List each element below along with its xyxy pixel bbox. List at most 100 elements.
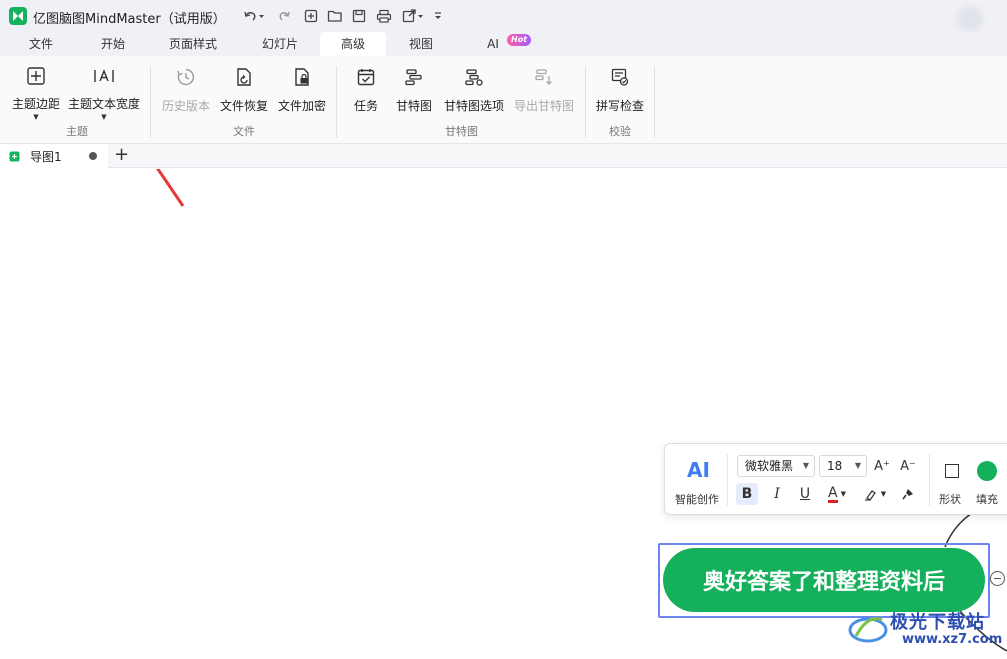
history-version-label: 历史版本: [161, 99, 210, 113]
increase-font-button[interactable]: A⁺: [871, 455, 893, 477]
ai-create-label[interactable]: 智能创作: [675, 491, 719, 507]
app-logo-icon: [9, 7, 27, 25]
document-tab[interactable]: 导图1: [0, 144, 108, 168]
toolbar-divider: [727, 454, 728, 506]
font-family-select[interactable]: 微软雅黑 ▼: [737, 455, 815, 477]
undo-icon[interactable]: [240, 6, 268, 26]
file-restore-button[interactable]: 文件恢复: [218, 64, 270, 120]
export-gantt-label: 导出甘特图: [513, 99, 574, 113]
font-size-select[interactable]: 18 ▼: [819, 455, 867, 477]
app-title: 亿图脑图MindMaster（试用版）: [33, 12, 226, 27]
collapse-branch-icon[interactable]: [990, 571, 1005, 586]
underline-button[interactable]: U: [794, 483, 816, 505]
group-label-gantt: 甘特图: [445, 125, 478, 138]
topic-margin-label: 主题边距: [11, 97, 60, 111]
watermark-url: www.xz7.com: [902, 632, 1003, 647]
tab-file[interactable]: 文件: [16, 32, 66, 56]
document-tab-bar: 导图1 +: [0, 144, 1007, 168]
group-divider: [585, 66, 586, 138]
highlighter-icon: [864, 490, 876, 501]
save-icon[interactable]: [350, 6, 368, 26]
tab-ai[interactable]: AI: [478, 32, 508, 56]
font-family-value: 微软雅黑: [745, 459, 794, 473]
group-divider: [654, 66, 655, 138]
format-painter-button[interactable]: [897, 483, 919, 505]
text-width-icon: [93, 66, 115, 86]
spell-check-label: 拼写检查: [595, 99, 644, 113]
chevron-down-icon: ▼: [802, 461, 809, 470]
tab-page-style[interactable]: 页面样式: [160, 32, 226, 56]
topic-text-width-label: 主题文本宽度: [67, 97, 140, 111]
open-folder-icon[interactable]: [326, 6, 344, 26]
group-label-topic: 主题: [66, 125, 88, 138]
history-version-button[interactable]: 历史版本: [160, 64, 212, 120]
group-label-check: 校验: [609, 125, 631, 138]
task-button[interactable]: 任务: [350, 64, 382, 120]
shape-label[interactable]: 形状: [939, 491, 961, 507]
topic-margin-icon: [25, 66, 47, 86]
shape-square-icon[interactable]: [945, 464, 959, 478]
file-lock-icon: [291, 66, 313, 88]
file-encrypt-button[interactable]: 文件加密: [276, 64, 328, 120]
font-size-value: 18: [827, 459, 843, 473]
hot-badge: Hot: [507, 34, 532, 46]
export-icon[interactable]: [401, 6, 427, 26]
gantt-chart-icon: [403, 66, 425, 88]
user-avatar[interactable]: [957, 6, 983, 32]
fill-color-icon[interactable]: [977, 461, 997, 481]
add-tab-button[interactable]: +: [114, 146, 129, 164]
italic-button[interactable]: I: [766, 483, 788, 505]
customize-icon[interactable]: [432, 6, 444, 26]
chevron-down-icon: ▼: [840, 490, 846, 498]
group-divider: [336, 66, 337, 138]
file-restore-icon: [233, 66, 255, 88]
tab-advanced[interactable]: 高级: [320, 32, 386, 56]
task-label: 任务: [353, 99, 378, 113]
gantt-label: 甘特图: [395, 99, 432, 113]
fill-label[interactable]: 填充: [976, 491, 998, 507]
font-color-button[interactable]: A ▼: [823, 483, 851, 505]
gantt-button[interactable]: 甘特图: [394, 64, 434, 120]
font-color-letter: A: [828, 484, 838, 503]
chevron-down-icon: ▼: [33, 113, 39, 121]
export-gantt-icon: [533, 66, 555, 88]
topic-text-width-button[interactable]: 主题文本宽度 ▼: [66, 64, 142, 121]
spell-check-icon: [609, 66, 631, 88]
export-gantt-button[interactable]: 导出甘特图: [512, 64, 576, 120]
root-topic-text[interactable]: 奥好答案了和整理资料后: [703, 564, 945, 596]
chevron-down-icon: ▼: [880, 490, 887, 498]
watermark-text: 极光下载站: [890, 612, 985, 633]
spell-check-button[interactable]: 拼写检查: [594, 64, 646, 120]
bold-button[interactable]: B: [736, 483, 758, 505]
root-topic[interactable]: 奥好答案了和整理资料后: [663, 548, 985, 612]
group-label-file: 文件: [233, 125, 255, 138]
topic-margin-button[interactable]: 主题边距 ▼: [10, 64, 62, 121]
task-calendar-icon: [355, 66, 377, 88]
ai-icon[interactable]: AI: [687, 458, 710, 482]
history-clock-icon: [175, 66, 197, 88]
tab-slides[interactable]: 幻灯片: [252, 32, 308, 56]
toolbar-divider: [929, 454, 930, 506]
print-icon[interactable]: [374, 6, 394, 26]
chevron-down-icon: ▼: [854, 461, 861, 470]
mindmaster-window: 亿图脑图MindMaster（试用版） 文件 开始 页面样式 幻灯片 高级 视图…: [0, 0, 1007, 659]
file-encrypt-label: 文件加密: [277, 99, 326, 113]
menu-bar: 文件 开始 页面样式 幻灯片 高级 视图 AI: [0, 32, 1007, 56]
highlight-button[interactable]: ▼: [861, 483, 889, 505]
redo-icon[interactable]: [276, 6, 294, 26]
gantt-options-label: 甘特图选项: [443, 99, 504, 113]
decrease-font-button[interactable]: A⁻: [897, 455, 919, 477]
format-brush-icon: [902, 489, 913, 500]
chevron-down-icon: ▼: [101, 113, 107, 121]
new-icon[interactable]: [302, 6, 320, 26]
file-restore-label: 文件恢复: [219, 99, 268, 113]
gantt-settings-icon: [463, 66, 485, 88]
tab-view[interactable]: 视图: [396, 32, 446, 56]
group-divider: [150, 66, 151, 138]
tab-start[interactable]: 开始: [88, 32, 138, 56]
watermark-logo-icon: [848, 617, 888, 643]
unsaved-dot-icon[interactable]: [89, 152, 97, 160]
site-watermark: 极光下载站 www.xz7.com: [848, 606, 1007, 656]
gantt-options-button[interactable]: 甘特图选项: [442, 64, 506, 120]
ribbon-advanced: 主题边距 ▼ 主题文本宽度 ▼ 主题 历史版本 文件恢复 文件加密 文件 任务 …: [0, 56, 1007, 144]
